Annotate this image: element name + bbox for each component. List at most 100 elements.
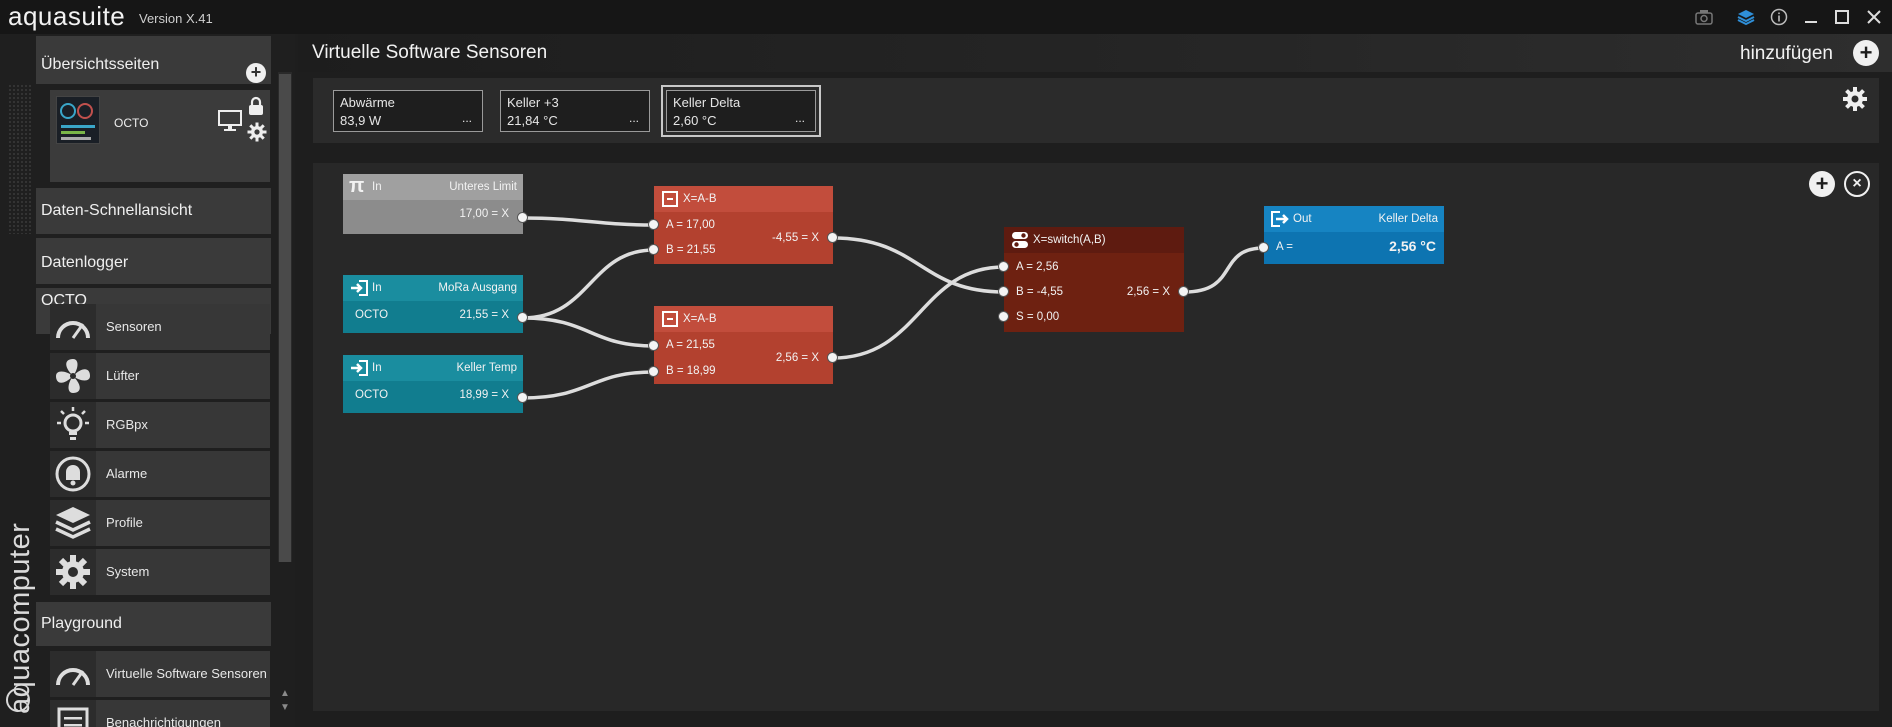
node-header[interactable]: Out Keller Delta <box>1264 206 1444 232</box>
input-port-s[interactable] <box>998 311 1009 322</box>
node-subtract-1[interactable]: X=A-B A = 17,00 B = 21,55 -4,55 = X <box>648 186 838 264</box>
input-arrow-icon <box>350 359 368 377</box>
output-port[interactable] <box>517 392 528 403</box>
sidebar-scroll-thumb[interactable] <box>279 74 291 562</box>
output-port[interactable] <box>827 232 838 243</box>
app-name: aquasuite <box>8 1 126 31</box>
overview-item-label: OCTO <box>114 116 149 130</box>
sensor-tile[interactable]: Keller +3 21,84 °C ... <box>500 90 650 132</box>
input-port-a[interactable] <box>998 261 1009 272</box>
camera-icon[interactable] <box>1693 6 1715 28</box>
output-port[interactable] <box>1178 286 1189 297</box>
title-bar: aquasuite Version X.41 <box>0 0 1892 34</box>
node-header[interactable]: X=A-B <box>654 306 833 332</box>
sensor-more-button[interactable]: ... <box>462 111 472 125</box>
sidebar-item-luefter[interactable]: Lüfter <box>50 353 270 399</box>
input-s-value: S = 0,00 <box>1016 311 1060 323</box>
sidebar-item-alarme[interactable]: Alarme <box>50 451 270 497</box>
datalogger-section[interactable]: Datenlogger <box>36 238 271 284</box>
sensor-name: Keller +3 <box>507 95 559 110</box>
node-output-value: 18,99 = X <box>459 389 509 401</box>
node-body: A = 17,00 B = 21,55 -4,55 = X <box>654 212 833 264</box>
clear-canvas-button[interactable]: × <box>1844 171 1870 197</box>
add-node-button[interactable]: + <box>1809 171 1835 197</box>
add-overview-button[interactable]: + <box>246 63 266 83</box>
node-title: X=A-B <box>683 193 717 205</box>
input-port-a[interactable] <box>648 340 659 351</box>
overview-gear-icon[interactable] <box>247 122 267 147</box>
node-result-value: 2,56 °C <box>1389 238 1436 254</box>
minus-box-icon <box>661 190 679 208</box>
sidebar-item-rgbpx[interactable]: RGBpx <box>50 402 270 448</box>
layers-icon[interactable] <box>1735 6 1757 28</box>
sensor-tile[interactable]: Abwärme 83,9 W ... <box>333 90 483 132</box>
settings-gear-icon[interactable] <box>1842 86 1868 117</box>
sidebar-item-system[interactable]: System <box>50 549 270 595</box>
input-a-value: A = 21,55 <box>666 339 715 351</box>
node-subtract-2[interactable]: X=A-B A = 21,55 B = 18,99 2,56 = X <box>648 306 838 384</box>
scroll-up-icon[interactable]: ▲ <box>280 688 290 699</box>
node-name: Keller Temp <box>456 362 517 374</box>
input-b-value: B = 21,55 <box>666 244 716 256</box>
sensor-tile-selected[interactable]: Keller Delta 2,60 °C ... <box>661 85 821 137</box>
node-type: In <box>372 362 382 374</box>
input-b-value: B = 18,99 <box>666 365 716 377</box>
add-sensor-button[interactable]: + <box>1853 40 1879 66</box>
node-type: In <box>372 282 382 294</box>
overview-page-item[interactable]: OCTO <box>50 90 270 182</box>
lock-icon[interactable] <box>248 96 264 121</box>
node-switch[interactable]: X=switch(A,B) A = 2,56 B = -4,55 S = 0,0… <box>998 227 1189 332</box>
node-type: Out <box>1293 213 1312 225</box>
node-output-value: 21,55 = X <box>459 309 509 321</box>
node-header[interactable]: In Keller Temp <box>343 355 523 381</box>
add-sensor-label[interactable]: hinzufügen <box>1740 43 1833 65</box>
layers-icon <box>50 500 96 546</box>
node-name: Unteres Limit <box>449 181 517 193</box>
brand-logo-icon <box>6 688 30 712</box>
overview-section[interactable]: Übersichtsseiten + <box>36 36 271 84</box>
input-port-b[interactable] <box>998 286 1009 297</box>
node-body: A = 21,55 B = 18,99 2,56 = X <box>654 332 833 384</box>
sensor-more-button[interactable]: ... <box>629 111 639 125</box>
quick-view-section[interactable]: Daten-Schnellansicht <box>36 188 271 234</box>
sensor-name: Keller Delta <box>673 95 741 110</box>
input-a-value: A = 17,00 <box>666 219 715 231</box>
input-a-value: A = 2,56 <box>1016 261 1059 273</box>
node-input-keller-temp[interactable]: In Keller Temp OCTO 18,99 = X <box>343 355 528 413</box>
input-port-a[interactable] <box>1258 242 1269 253</box>
node-body: OCTO 18,99 = X <box>343 381 523 413</box>
sidebar-item-notifications[interactable]: Benachrichtigungen <box>50 700 270 727</box>
playground-section[interactable]: Playground <box>36 602 271 646</box>
maximize-icon[interactable] <box>1831 6 1853 28</box>
output-port[interactable] <box>517 212 528 223</box>
sidebar-item-label: Profile <box>106 515 143 530</box>
node-header[interactable]: X=A-B <box>654 186 833 212</box>
node-header[interactable]: In MoRa Ausgang <box>343 275 523 301</box>
node-output-keller-delta[interactable]: Out Keller Delta A = 2,56 °C <box>1258 206 1444 264</box>
node-output-value: 2,56 = X <box>775 352 819 364</box>
quick-view-title: Daten-Schnellansicht <box>41 202 193 219</box>
output-port[interactable] <box>517 312 528 323</box>
sidebar-item-label: RGBpx <box>106 417 148 432</box>
input-port-b[interactable] <box>648 244 659 255</box>
sensor-more-button[interactable]: ... <box>795 111 805 125</box>
monitor-icon[interactable] <box>218 110 242 137</box>
node-constant-limit[interactable]: π In Unteres Limit 17,00 = X <box>343 174 528 234</box>
toggle-icon <box>1011 231 1029 249</box>
sidebar-item-profile[interactable]: Profile <box>50 500 270 546</box>
node-output-value: -4,55 = X <box>772 232 819 244</box>
input-port-a[interactable] <box>648 219 659 230</box>
playground-title: Playground <box>41 615 122 632</box>
sensor-value: 21,84 °C <box>507 113 558 128</box>
sidebar-item-sensoren[interactable]: Sensoren <box>50 304 270 350</box>
close-icon[interactable] <box>1863 6 1885 28</box>
minimize-icon[interactable] <box>1800 6 1822 28</box>
scroll-down-icon[interactable]: ▼ <box>280 702 290 713</box>
node-header[interactable]: π In Unteres Limit <box>343 174 523 200</box>
output-port[interactable] <box>827 352 838 363</box>
info-icon[interactable] <box>1768 6 1790 28</box>
node-header[interactable]: X=switch(A,B) <box>1004 227 1184 253</box>
sidebar-item-virtual-sensors[interactable]: Virtuelle Software Sensoren <box>50 651 270 697</box>
input-port-b[interactable] <box>648 366 659 377</box>
node-input-mora[interactable]: In MoRa Ausgang OCTO 21,55 = X <box>343 275 528 333</box>
